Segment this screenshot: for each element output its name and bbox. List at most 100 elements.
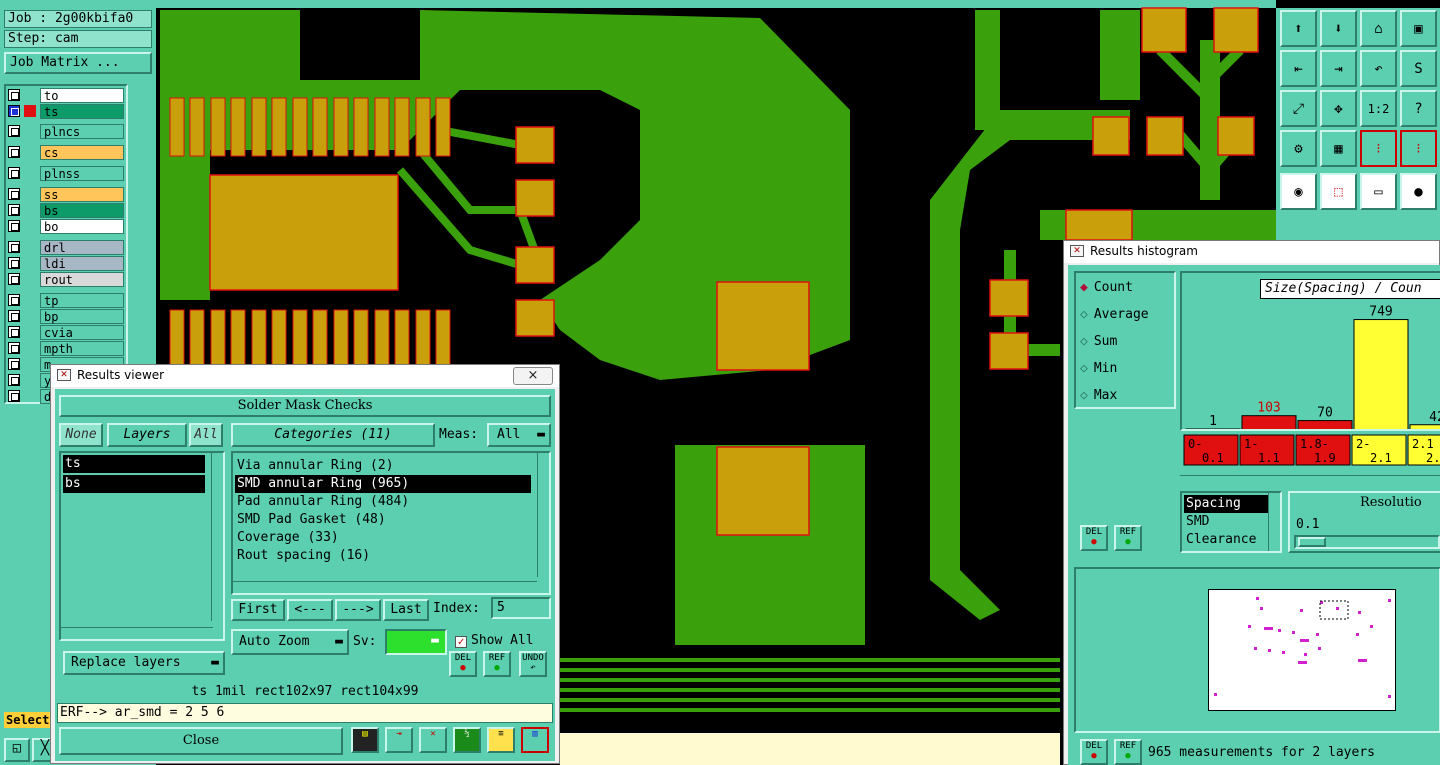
pan-icon[interactable]: ✥	[1320, 90, 1357, 127]
home-icon[interactable]: ⌂	[1360, 10, 1397, 47]
category-item[interactable]: Rout spacing (16)	[235, 547, 531, 565]
layer-row-cs[interactable]: cs	[8, 145, 126, 160]
layer-list-item[interactable]: bs	[63, 475, 205, 493]
layer-row-plncs[interactable]: plncs	[8, 124, 126, 139]
layer-name[interactable]: ts	[40, 104, 124, 119]
close-button[interactable]: Close	[59, 727, 343, 755]
job-matrix-button[interactable]: Job Matrix ...	[4, 52, 152, 74]
scale-1-2-icon[interactable]: 1:2	[1360, 90, 1397, 127]
undo-view-icon[interactable]: ↶	[1360, 50, 1397, 87]
categories-hscrollbar[interactable]	[233, 581, 537, 593]
layer-swatch[interactable]	[24, 326, 36, 338]
category-item[interactable]: Coverage (33)	[235, 529, 531, 547]
layer-row-mpth[interactable]: mpth	[8, 341, 126, 356]
layer-checkbox[interactable]	[8, 125, 20, 137]
layers-vscrollbar[interactable]	[211, 453, 223, 621]
overview-ref-button[interactable]: REF ●	[1114, 739, 1142, 765]
layer-swatch[interactable]	[24, 390, 36, 402]
layer-row-tp[interactable]: tp	[8, 293, 126, 308]
histogram-bar[interactable]	[1241, 415, 1297, 431]
redraw-icon[interactable]: S	[1400, 50, 1437, 87]
layer-list-item[interactable]: ts	[63, 455, 205, 473]
del-button[interactable]: DEL ●	[449, 651, 477, 677]
overview-del-button[interactable]: DEL ●	[1080, 739, 1108, 765]
layer-swatch[interactable]	[24, 125, 36, 137]
resolution-slider-thumb[interactable]	[1298, 537, 1326, 547]
snap-pad-icon[interactable]: ◉	[1280, 173, 1317, 210]
mode-radio-min[interactable]: ◇ Min	[1080, 358, 1176, 385]
count-icon[interactable]: ½	[453, 727, 481, 753]
layer-swatch[interactable]	[24, 358, 36, 370]
sv-color-picker[interactable]: ▬	[385, 629, 447, 655]
layers-button[interactable]: Layers	[107, 423, 187, 447]
layer-swatch[interactable]	[24, 146, 36, 158]
layer-name[interactable]: to	[40, 88, 124, 103]
layer-name[interactable]: ldi	[40, 256, 124, 271]
edit-shape-icon[interactable]: ⬚	[1320, 173, 1357, 210]
layer-swatch[interactable]	[24, 273, 36, 285]
category-item[interactable]: SMD annular Ring (965)	[235, 475, 531, 493]
layer-swatch[interactable]	[24, 105, 36, 117]
histogram-bar[interactable]	[1297, 420, 1353, 431]
layer-name[interactable]: drl	[40, 240, 124, 255]
window-icon[interactable]: ▣	[1400, 10, 1437, 47]
layer-swatch[interactable]	[24, 220, 36, 232]
layer-row-bp[interactable]: bp	[8, 309, 126, 324]
layers-listbox[interactable]: ts bs	[59, 451, 225, 641]
export-icon[interactable]: ⇥	[385, 727, 413, 753]
overview-map[interactable]	[1208, 589, 1396, 711]
layer-row-drl[interactable]: drl	[8, 240, 126, 255]
notes-icon[interactable]: ≡	[487, 727, 515, 753]
move-down-icon[interactable]: ⬇	[1320, 10, 1357, 47]
histogram-hscrollbar[interactable]	[1180, 475, 1440, 487]
layer-checkbox[interactable]	[8, 89, 20, 101]
results-viewer-titlebar[interactable]: ✕ Results viewer ×	[51, 365, 559, 387]
layer-checkbox[interactable]	[8, 374, 20, 386]
layer-checkbox[interactable]	[8, 326, 20, 338]
measure-icon[interactable]: ▭	[1360, 173, 1397, 210]
layer-name[interactable]: tp	[40, 293, 124, 308]
layer-name[interactable]: cs	[40, 145, 124, 160]
layer-checkbox[interactable]	[8, 146, 20, 158]
ref-button[interactable]: REF ●	[483, 651, 511, 677]
select-tool-icon[interactable]: ◱	[4, 738, 30, 762]
layer-swatch[interactable]	[24, 167, 36, 179]
show-all-checkbox[interactable]: ✓	[455, 636, 467, 648]
layer-swatch[interactable]	[24, 241, 36, 253]
layer-swatch[interactable]	[24, 188, 36, 200]
meas-dropdown[interactable]: All ▬	[487, 423, 551, 447]
layer-swatch[interactable]	[24, 89, 36, 101]
layer-name[interactable]: ss	[40, 187, 124, 202]
move-up-icon[interactable]: ⬆	[1280, 10, 1317, 47]
layer-row-ldi[interactable]: ldi	[8, 256, 126, 271]
first-button[interactable]: First	[231, 599, 285, 621]
grid-icon[interactable]: ▦	[1320, 130, 1357, 167]
layer-checkbox[interactable]	[8, 241, 20, 253]
layer-checkbox[interactable]	[8, 390, 20, 402]
layer-name[interactable]: plnss	[40, 166, 124, 181]
layer-name[interactable]: bo	[40, 219, 124, 234]
select-label[interactable]: Select	[4, 712, 54, 728]
all-button[interactable]: All	[189, 423, 223, 447]
layer-checkbox[interactable]	[8, 273, 20, 285]
move-left-icon[interactable]: ⇤	[1280, 50, 1317, 87]
hist-del-button[interactable]: DEL ●	[1080, 525, 1108, 551]
help-icon[interactable]: ?	[1400, 90, 1437, 127]
layer-checkbox[interactable]	[8, 358, 20, 370]
last-button[interactable]: Last	[383, 599, 429, 621]
close-window-button[interactable]: ×	[513, 367, 553, 385]
categories-vscrollbar[interactable]	[537, 453, 549, 577]
next-button[interactable]: --->	[335, 599, 381, 621]
auto-zoom-dropdown[interactable]: Auto Zoom ▬	[231, 629, 349, 655]
histogram-icon[interactable]: ▥	[521, 727, 549, 753]
layer-checkbox[interactable]	[8, 188, 20, 200]
resolution-slider[interactable]	[1294, 535, 1440, 549]
layer-swatch[interactable]	[24, 374, 36, 386]
layer-checkbox[interactable]	[8, 294, 20, 306]
categories-listbox[interactable]: Via annular Ring (2) SMD annular Ring (96…	[231, 451, 551, 595]
layer-row-bs[interactable]: bs	[8, 203, 126, 218]
layer-checkbox[interactable]	[8, 220, 20, 232]
measure-listbox[interactable]: Spacing SMD Clearance	[1180, 491, 1282, 553]
histogram-bar[interactable]	[1353, 319, 1409, 431]
layer-swatch[interactable]	[24, 257, 36, 269]
